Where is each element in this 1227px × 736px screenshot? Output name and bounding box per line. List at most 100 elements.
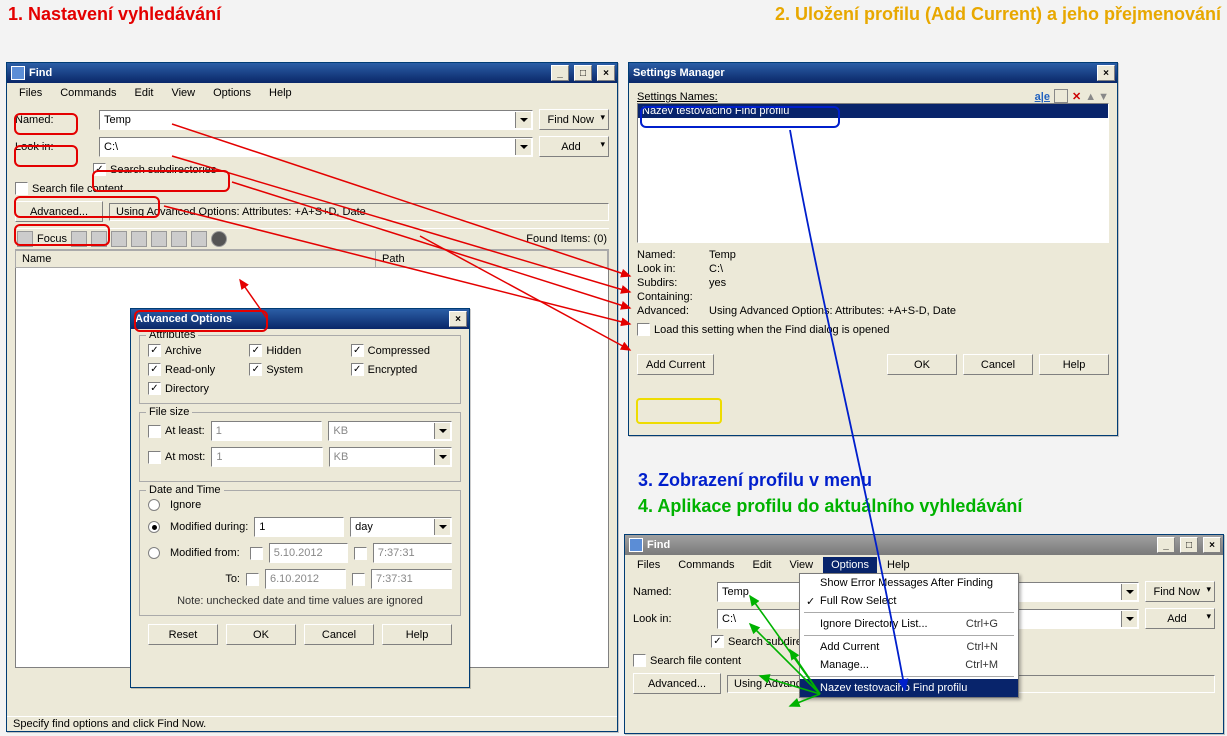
annotation-1: 1. Nastavení vyhledávání xyxy=(8,4,221,25)
maximize-button[interactable]: □ xyxy=(574,65,592,81)
load-on-open-checkbox[interactable]: Load this setting when the Find dialog i… xyxy=(637,323,1109,336)
menu-show-errors[interactable]: Show Error Messages After Finding xyxy=(800,574,1018,592)
modified-during-radio[interactable] xyxy=(148,521,164,533)
add-button[interactable]: Add xyxy=(539,136,609,157)
col-name[interactable]: Name xyxy=(16,251,376,267)
to-label: To: xyxy=(148,573,240,585)
lookin-input[interactable]: C:\ xyxy=(99,137,533,157)
delete-icon[interactable] xyxy=(111,231,127,247)
menu-add-current[interactable]: Add CurrentCtrl+N xyxy=(800,638,1018,656)
ok-button[interactable]: OK xyxy=(226,624,296,645)
adv-titlebar[interactable]: Advanced Options × xyxy=(131,309,469,329)
atleast-checkbox[interactable]: At least: xyxy=(148,425,205,438)
settings-list[interactable]: Nazev testovaciho Find profilu xyxy=(637,103,1109,243)
close-button[interactable]: × xyxy=(597,65,615,81)
copy-icon[interactable] xyxy=(191,231,207,247)
system-checkbox[interactable]: ✓System xyxy=(249,363,350,376)
named-input[interactable]: Temp xyxy=(99,110,533,130)
minimize-button[interactable]: _ xyxy=(551,65,569,81)
menu-commands[interactable]: Commands xyxy=(52,85,124,101)
results-header: Name Path xyxy=(15,250,609,268)
hidden-checkbox[interactable]: ✓Hidden xyxy=(249,344,350,357)
tool-icon[interactable] xyxy=(91,231,107,247)
menu-options[interactable]: Options xyxy=(205,85,259,101)
tool-icon[interactable] xyxy=(131,231,147,247)
find-now-button[interactable]: Find Now xyxy=(539,109,609,130)
directory-checkbox[interactable]: ✓Directory xyxy=(148,382,249,395)
readonly-checkbox[interactable]: ✓Read-only xyxy=(148,363,249,376)
app-icon xyxy=(629,538,643,552)
settings-manager-window: Settings Manager × Settings Names: a|e ✕… xyxy=(628,62,1118,436)
col-path[interactable]: Path xyxy=(376,251,608,267)
menu-profile[interactable]: Nazev testovaciho Find profilu xyxy=(800,679,1018,697)
atmost-unit[interactable]: KB xyxy=(329,447,452,467)
from-date[interactable]: 5.10.2012 xyxy=(269,543,348,563)
menu-ignore-list[interactable]: Ignore Directory List...Ctrl+G xyxy=(800,615,1018,633)
menu-manage[interactable]: Manage...Ctrl+M xyxy=(800,656,1018,674)
search-content-checkbox[interactable]: Search file content xyxy=(15,182,123,195)
stop-icon[interactable] xyxy=(211,231,227,247)
encrypted-checkbox[interactable]: ✓Encrypted xyxy=(351,363,452,376)
from-time[interactable]: 7:37:31 xyxy=(373,543,452,563)
help-button[interactable]: Help xyxy=(382,624,452,645)
minimize-button[interactable]: _ xyxy=(1157,537,1175,553)
down-icon[interactable]: ▼ xyxy=(1098,91,1109,103)
menu-full-row[interactable]: Full Row Select xyxy=(800,592,1018,610)
search-content-checkbox[interactable]: Search file content xyxy=(633,654,741,667)
cancel-button[interactable]: Cancel xyxy=(304,624,374,645)
find-menubar: Files Commands Edit View Options Help xyxy=(7,83,617,103)
menu-view[interactable]: View xyxy=(781,557,821,573)
find2-titlebar[interactable]: Find _ □ × xyxy=(625,535,1223,555)
atleast-input[interactable]: 1 xyxy=(211,421,323,441)
sm-titlebar[interactable]: Settings Manager × xyxy=(629,63,1117,83)
copy-icon[interactable] xyxy=(1054,89,1068,103)
advanced-options-window: Advanced Options × Attributes ✓Archive ✓… xyxy=(130,308,470,688)
close-button[interactable]: × xyxy=(449,311,467,327)
menu-files[interactable]: Files xyxy=(629,557,668,573)
to-time[interactable]: 7:37:31 xyxy=(371,569,452,589)
maximize-button[interactable]: □ xyxy=(1180,537,1198,553)
archive-checkbox[interactable]: ✓Archive xyxy=(148,344,249,357)
to-date[interactable]: 6.10.2012 xyxy=(265,569,346,589)
menu-edit[interactable]: Edit xyxy=(744,557,779,573)
ok-button[interactable]: OK xyxy=(887,354,957,375)
ignore-radio[interactable] xyxy=(148,499,164,511)
tool-icon[interactable] xyxy=(71,231,87,247)
menu-view[interactable]: View xyxy=(163,85,203,101)
compressed-checkbox[interactable]: ✓Compressed xyxy=(351,344,452,357)
reset-button[interactable]: Reset xyxy=(148,624,218,645)
cancel-button[interactable]: Cancel xyxy=(963,354,1033,375)
during-unit[interactable]: day xyxy=(350,517,452,537)
add-current-button[interactable]: Add Current xyxy=(637,354,714,375)
atmost-checkbox[interactable]: At most: xyxy=(148,451,205,464)
menu-help[interactable]: Help xyxy=(261,85,300,101)
advanced-status: Using Advanced Options: Attributes: +A+S… xyxy=(109,203,609,221)
menu-options[interactable]: Options xyxy=(823,557,877,573)
advanced-button[interactable]: Advanced... xyxy=(633,673,721,694)
menu-edit[interactable]: Edit xyxy=(126,85,161,101)
up-icon[interactable]: ▲ xyxy=(1085,91,1096,103)
during-count[interactable]: 1 xyxy=(254,517,344,537)
refresh-icon[interactable] xyxy=(17,231,33,247)
tool-icon[interactable] xyxy=(151,231,167,247)
find-now-button[interactable]: Find Now xyxy=(1145,581,1215,602)
menu-help[interactable]: Help xyxy=(879,557,918,573)
results-toolbar: Focus Found Items: (0) xyxy=(15,228,609,250)
close-button[interactable]: × xyxy=(1203,537,1221,553)
profile-row[interactable]: Nazev testovaciho Find profilu xyxy=(638,104,1108,118)
atmost-input[interactable]: 1 xyxy=(211,447,322,467)
delete-icon[interactable]: ✕ xyxy=(1072,90,1081,103)
find-titlebar[interactable]: Find _ □ × xyxy=(7,63,617,83)
menu-files[interactable]: Files xyxy=(11,85,50,101)
advanced-button[interactable]: Advanced... xyxy=(15,201,103,222)
modified-from-radio[interactable] xyxy=(148,547,164,559)
focus-label[interactable]: Focus xyxy=(37,233,67,245)
atleast-unit[interactable]: KB xyxy=(328,421,452,441)
menu-commands[interactable]: Commands xyxy=(670,557,742,573)
help-button[interactable]: Help xyxy=(1039,354,1109,375)
search-subdirs-checkbox[interactable]: ✓Search subdirectories xyxy=(93,163,216,176)
cut-icon[interactable] xyxy=(171,231,187,247)
close-button[interactable]: × xyxy=(1097,65,1115,81)
add-button[interactable]: Add xyxy=(1145,608,1215,629)
rename-icon[interactable]: a|e xyxy=(1035,91,1050,103)
